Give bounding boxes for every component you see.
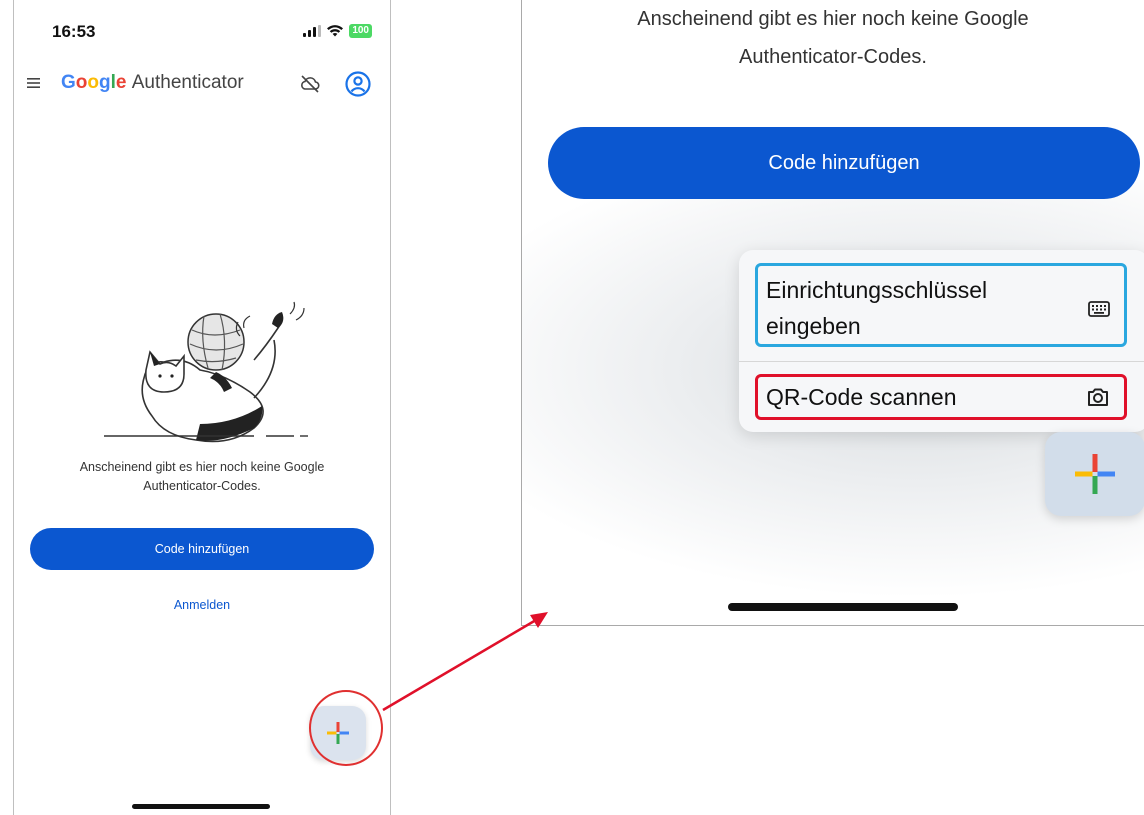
scan-qr-code-item[interactable]: QR-Code scannen bbox=[755, 374, 1127, 420]
battery-indicator: 100 bbox=[349, 24, 372, 38]
status-icons: 100 bbox=[303, 24, 372, 38]
brand-app-name: Authenticator bbox=[131, 72, 244, 93]
empty-state-message: Anscheinend gibt es hier noch keine Goog… bbox=[14, 458, 390, 496]
sign-in-link[interactable]: Anmelden bbox=[14, 598, 390, 612]
wifi-icon bbox=[327, 25, 344, 37]
enter-setup-key-item[interactable]: Einrichtungsschlüssel eingeben bbox=[755, 263, 1127, 347]
empty-message-line1: Anscheinend gibt es hier noch keine Goog… bbox=[79, 460, 325, 474]
zoomed-panel: Anscheinend gibt es hier noch keine Goog… bbox=[521, 0, 1144, 626]
camera-icon bbox=[1088, 388, 1108, 406]
menu-divider bbox=[739, 361, 1144, 362]
zoom-add-fab-button[interactable] bbox=[1045, 432, 1144, 516]
hamburger-menu-icon[interactable] bbox=[24, 72, 46, 94]
zoom-home-indicator bbox=[728, 603, 958, 611]
cloud-off-icon[interactable] bbox=[298, 72, 322, 96]
status-time: 16:53 bbox=[52, 22, 96, 41]
zoom-message: Authenticator-Codes. bbox=[739, 46, 927, 68]
empty-message-line2: Authenticator-Codes. bbox=[143, 479, 261, 493]
google-plus-icon-large bbox=[1075, 454, 1115, 494]
brand-google: Google bbox=[61, 72, 127, 93]
keyboard-icon bbox=[1088, 301, 1110, 317]
scan-qr-label: QR-Code scannen bbox=[766, 384, 957, 410]
app-bar: Google Authenticator bbox=[14, 68, 390, 100]
home-indicator bbox=[132, 804, 270, 809]
setup-key-line2: eingeben bbox=[766, 313, 861, 339]
zoom-message-cut: Anscheinend gibt es hier noch keine Goog… bbox=[637, 8, 1029, 30]
add-menu-popup: Einrichtungsschlüssel eingeben QR-Code s… bbox=[739, 250, 1144, 432]
add-code-button[interactable]: Code hinzufügen bbox=[30, 528, 374, 570]
setup-key-line1: Einrichtungsschlüssel bbox=[766, 277, 988, 303]
zoom-add-code-button[interactable]: Code hinzufügen bbox=[548, 127, 1140, 199]
cat-yarn-illustration bbox=[104, 301, 308, 443]
signal-icon bbox=[303, 25, 322, 37]
setup-key-label: Einrichtungsschlüssel eingeben bbox=[766, 272, 987, 344]
app-title: Google Authenticator bbox=[61, 72, 244, 94]
fab-highlight-circle bbox=[309, 690, 383, 766]
account-circle-icon[interactable] bbox=[344, 70, 372, 98]
